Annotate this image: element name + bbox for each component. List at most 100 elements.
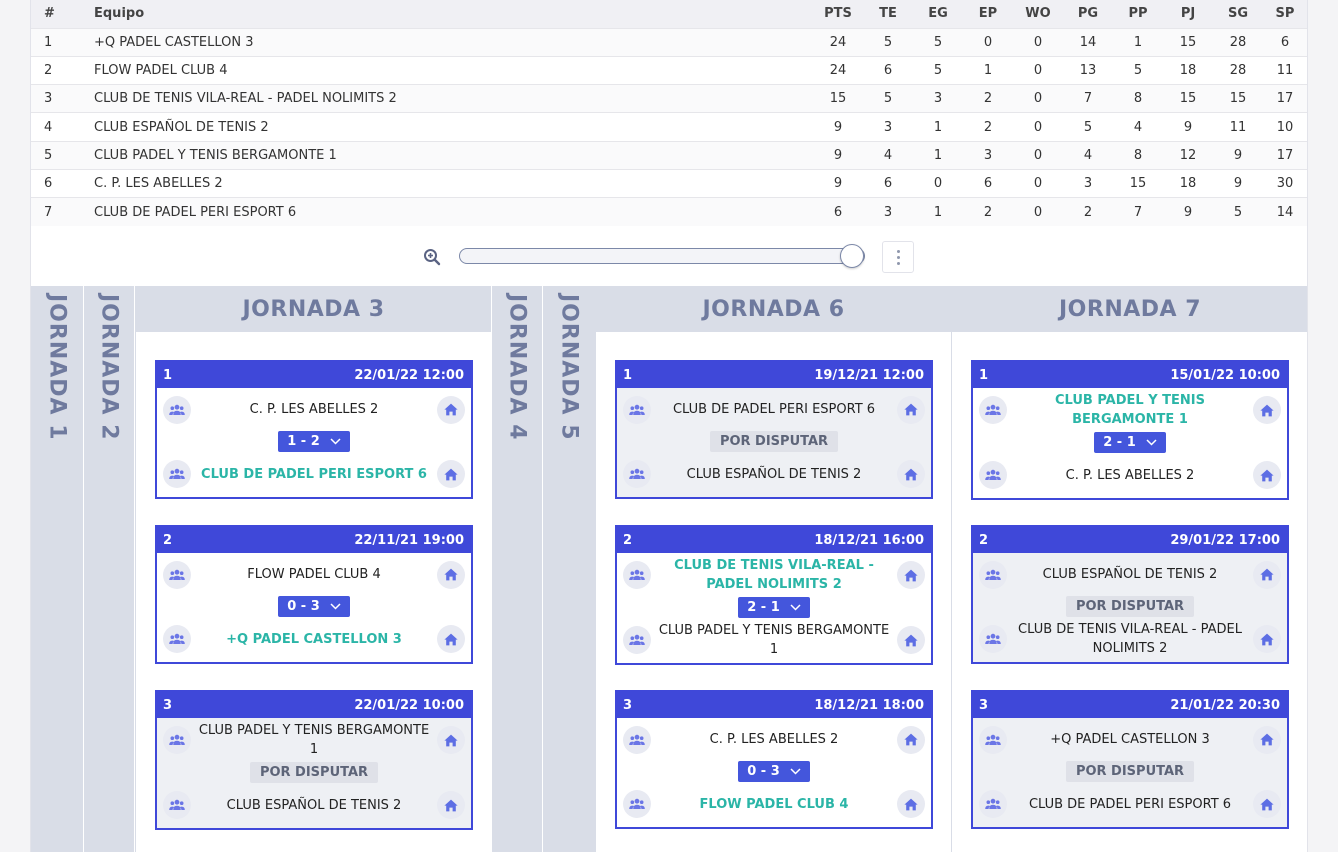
match-card[interactable]: 1 15/01/22 10:00 CLUB PADEL Y TENIS BERGAM… <box>971 360 1289 500</box>
col-header-position[interactable]: # <box>31 0 94 28</box>
away-team-name[interactable]: C. P. LES ABELLES 2 <box>1007 466 1253 485</box>
home-team-name[interactable]: CLUB PADEL Y TENIS BERGAMONTE 1 <box>191 721 437 759</box>
away-team-name[interactable]: CLUB ESPAÑOL DE TENIS 2 <box>191 796 437 815</box>
home-team-name[interactable]: C. P. LES ABELLES 2 <box>651 730 897 749</box>
away-team-name[interactable]: CLUB ESPAÑOL DE TENIS 2 <box>651 465 897 484</box>
result-dropdown[interactable]: 0 - 3 <box>738 760 810 782</box>
table-row[interactable]: 7 CLUB DE PADEL PERI ESPORT 6 6 3 1 2 0 2 7 9 5 14 <box>31 197 1307 227</box>
col-header-pts[interactable]: PTS <box>813 0 863 28</box>
team-name-cell: +Q PADEL CASTELLON 3 <box>94 27 813 57</box>
users-icon[interactable] <box>163 726 191 754</box>
col-header-wo[interactable]: WO <box>1013 0 1063 28</box>
users-icon[interactable] <box>979 396 1007 424</box>
result-dropdown[interactable]: 2 - 1 <box>738 596 810 618</box>
users-icon[interactable] <box>623 725 651 754</box>
col-header-sg[interactable]: SG <box>1213 0 1263 28</box>
more-options-button[interactable] <box>882 241 914 273</box>
away-team-name[interactable]: +Q PADEL CASTELLON 3 <box>191 630 437 649</box>
users-icon[interactable] <box>979 790 1007 818</box>
home-icon[interactable] <box>437 560 465 589</box>
home-icon[interactable] <box>1253 790 1281 818</box>
home-icon[interactable] <box>437 726 465 754</box>
result-dropdown[interactable]: 2 - 1 <box>1094 431 1166 453</box>
users-icon[interactable] <box>163 625 191 653</box>
table-row[interactable]: 4 CLUB ESPAÑOL DE TENIS 2 9 3 1 2 0 5 4 9 11 10 <box>31 112 1307 142</box>
match-card[interactable]: 2 29/01/22 17:00 CLUB ESPAÑOL DE TENIS 2 PO… <box>971 525 1289 664</box>
col-header-pj[interactable]: PJ <box>1163 0 1213 28</box>
jornada-6-header[interactable]: JORNADA 6 <box>596 286 951 332</box>
home-team-name[interactable]: CLUB PADEL Y TENIS BERGAMONTE 1 <box>1007 391 1253 429</box>
table-row[interactable]: 3 CLUB DE TENIS VILA-REAL - PADEL NOLIMIT… <box>31 84 1307 113</box>
users-icon[interactable] <box>979 560 1007 589</box>
home-icon[interactable] <box>437 625 465 653</box>
home-icon[interactable] <box>1253 396 1281 424</box>
away-team-name[interactable]: CLUB DE PADEL PERI ESPORT 6 <box>191 465 437 484</box>
result-dropdown[interactable]: 0 - 3 <box>278 595 350 617</box>
col-header-te[interactable]: TE <box>863 0 913 28</box>
jornada-5-collapsed[interactable]: JORNADA 5 <box>543 286 595 852</box>
result-dropdown[interactable]: 1 - 2 <box>278 430 350 452</box>
users-icon[interactable] <box>979 625 1007 653</box>
users-icon[interactable] <box>163 395 191 424</box>
col-header-team[interactable]: Equipo <box>94 0 813 28</box>
home-icon[interactable] <box>437 460 465 488</box>
match-card[interactable]: 1 19/12/21 12:00 CLUB DE PADEL PERI ESPORT… <box>615 360 933 499</box>
zoom-slider-thumb[interactable] <box>840 244 864 268</box>
home-icon[interactable] <box>1253 625 1281 653</box>
col-header-pg[interactable]: PG <box>1063 0 1113 28</box>
table-cell: 3 <box>863 112 913 142</box>
users-icon[interactable] <box>623 626 651 654</box>
home-icon[interactable] <box>437 395 465 424</box>
users-icon[interactable] <box>623 395 651 424</box>
home-team-name[interactable]: CLUB DE PADEL PERI ESPORT 6 <box>651 400 897 419</box>
home-icon[interactable] <box>897 790 925 818</box>
home-icon[interactable] <box>897 626 925 654</box>
away-team-name[interactable]: CLUB DE PADEL PERI ESPORT 6 <box>1007 795 1253 814</box>
users-icon[interactable] <box>979 461 1007 489</box>
col-header-sp[interactable]: SP <box>1263 0 1307 28</box>
table-row[interactable]: 2 FLOW PADEL CLUB 4 24 6 5 1 0 13 5 18 28 11 <box>31 55 1307 85</box>
home-team-name[interactable]: +Q PADEL CASTELLON 3 <box>1007 730 1253 749</box>
users-icon[interactable] <box>623 460 651 488</box>
away-team-name[interactable]: CLUB PADEL Y TENIS BERGAMONTE 1 <box>651 621 897 659</box>
table-row[interactable]: 6 C. P. LES ABELLES 2 9 6 0 6 0 3 15 18 9 30 <box>31 168 1307 198</box>
home-icon[interactable] <box>1253 461 1281 489</box>
home-icon[interactable] <box>437 791 465 819</box>
match-card[interactable]: 3 21/01/22 20:30 +Q PADEL CASTELLON 3 POR D… <box>971 690 1289 829</box>
home-icon[interactable] <box>1253 560 1281 589</box>
col-header-pp[interactable]: PP <box>1113 0 1163 28</box>
match-card[interactable]: 1 22/01/22 12:00 C. P. LES ABELLES 21 - 2C… <box>155 360 473 499</box>
users-icon[interactable] <box>163 560 191 589</box>
match-card[interactable]: 3 18/12/21 18:00 C. P. LES ABELLES 2 0 - 3 F… <box>615 690 933 829</box>
home-icon[interactable] <box>1253 725 1281 754</box>
home-icon[interactable] <box>897 561 925 589</box>
jornada-7-header[interactable]: JORNADA 7 <box>952 286 1307 332</box>
jornada-3-header[interactable]: JORNADA 3 <box>136 286 491 332</box>
table-row[interactable]: 1 +Q PADEL CASTELLON 3 24 5 5 0 0 14 1 15 28 6 <box>31 27 1307 57</box>
home-team-name[interactable]: C. P. LES ABELLES 2 <box>191 400 437 419</box>
match-card[interactable]: 2 22/11/21 19:00 FLOW PADEL CLUB 4 0 - 3 +Q … <box>155 525 473 664</box>
home-team-name[interactable]: FLOW PADEL CLUB 4 <box>191 565 437 584</box>
match-card[interactable]: 2 18/12/21 16:00 CLUB DE TENIS VILA-REAL -… <box>615 525 933 665</box>
col-header-eg[interactable]: EG <box>913 0 963 28</box>
users-icon[interactable] <box>979 725 1007 754</box>
users-icon[interactable] <box>623 561 651 589</box>
col-header-ep[interactable]: EP <box>963 0 1013 28</box>
zoom-slider-track[interactable] <box>459 248 865 264</box>
away-team-name[interactable]: CLUB DE TENIS VILA-REAL - PADEL NOLIMITS… <box>1007 620 1253 658</box>
table-row[interactable]: 5 CLUB PADEL Y TENIS BERGAMONTE 194130481… <box>31 140 1307 170</box>
users-icon[interactable] <box>163 791 191 819</box>
users-icon[interactable] <box>163 460 191 488</box>
home-team-name[interactable]: CLUB ESPAÑOL DE TENIS 2 <box>1007 565 1253 584</box>
jornada-4-collapsed[interactable]: JORNADA 4 <box>492 286 542 852</box>
home-team-name[interactable]: CLUB DE TENIS VILA-REAL - PADEL NOLIMITS… <box>651 556 897 594</box>
home-icon[interactable] <box>897 725 925 754</box>
jornada-2-collapsed[interactable]: JORNADA 2 <box>84 286 134 852</box>
away-team-name[interactable]: FLOW PADEL CLUB 4 <box>651 795 897 814</box>
match-date: 18/12/21 18:00 <box>814 697 924 713</box>
jornada-1-collapsed[interactable]: JORNADA 1 <box>31 286 83 852</box>
home-icon[interactable] <box>897 460 925 488</box>
home-icon[interactable] <box>897 395 925 424</box>
match-card[interactable]: 3 22/01/22 10:00 CLUB PADEL Y TENIS BERGAM… <box>155 690 473 830</box>
users-icon[interactable] <box>623 790 651 818</box>
